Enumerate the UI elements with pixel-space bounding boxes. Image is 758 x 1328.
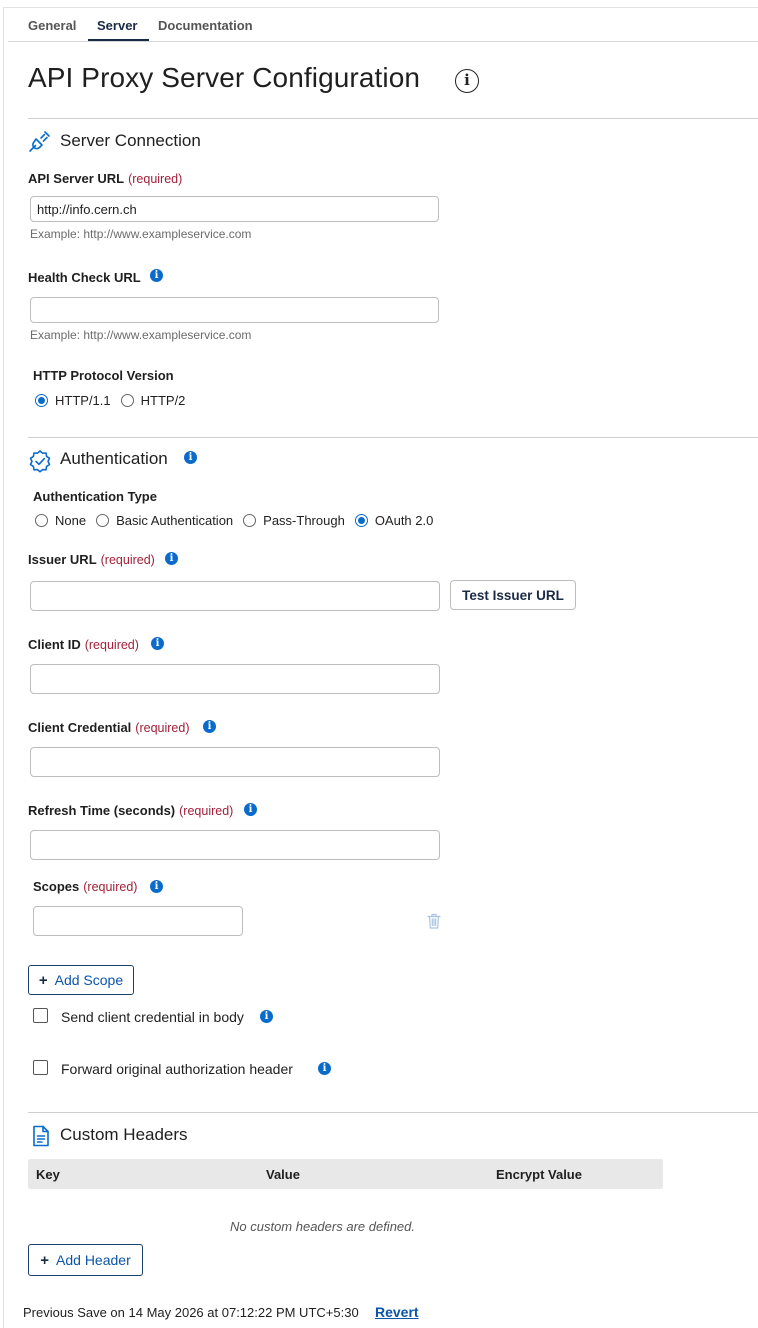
issuer-url-info-icon[interactable]: i bbox=[165, 552, 178, 565]
scopes-info-icon[interactable]: i bbox=[150, 880, 163, 893]
health-check-url-hint: Example: http://www.exampleservice.com bbox=[30, 328, 252, 342]
tab-bar: General Server Documentation bbox=[8, 8, 758, 42]
section-divider bbox=[28, 437, 758, 438]
radio-none-label: None bbox=[55, 513, 87, 528]
radio-oauth2[interactable] bbox=[354, 514, 368, 527]
client-credential-input[interactable] bbox=[30, 747, 440, 777]
column-value: Value bbox=[266, 1167, 300, 1182]
plug-icon bbox=[29, 131, 50, 152]
revert-link[interactable]: Revert bbox=[375, 1304, 419, 1320]
radio-none[interactable] bbox=[35, 514, 48, 527]
health-check-url-label: Health Check URL bbox=[28, 270, 141, 285]
radio-http2[interactable] bbox=[120, 394, 134, 407]
health-check-url-input[interactable] bbox=[30, 297, 439, 323]
radio-basic-auth-label: Basic Authentication bbox=[116, 513, 234, 528]
headers-table-header: Key Value Encrypt Value bbox=[28, 1159, 663, 1189]
plus-icon: + bbox=[40, 1251, 50, 1269]
add-header-button[interactable]: + Add Header bbox=[28, 1244, 143, 1276]
health-check-info-icon[interactable]: i bbox=[150, 269, 163, 282]
tab-documentation[interactable]: Documentation bbox=[158, 18, 253, 33]
section-title-custom-headers: Custom Headers bbox=[60, 1125, 188, 1144]
radio-pass-through[interactable] bbox=[243, 514, 257, 527]
section-divider bbox=[28, 1112, 758, 1113]
client-credential-info-icon[interactable]: i bbox=[203, 720, 216, 733]
send-credential-label: Send client credential in body bbox=[61, 1009, 244, 1025]
info-icon[interactable]: i bbox=[455, 69, 479, 93]
column-encrypt-value: Encrypt Value bbox=[496, 1167, 582, 1182]
client-id-input[interactable] bbox=[30, 664, 440, 694]
empty-table-message: No custom headers are defined. bbox=[230, 1219, 415, 1234]
tab-server[interactable]: Server bbox=[97, 18, 137, 33]
http-protocol-radio-group: HTTP/1.1 HTTP/2 bbox=[35, 393, 195, 408]
radio-oauth2-label: OAuth 2.0 bbox=[374, 513, 434, 528]
authentication-info-icon[interactable]: i bbox=[184, 451, 197, 464]
plus-icon: + bbox=[38, 971, 48, 989]
api-server-url-input[interactable] bbox=[30, 196, 439, 222]
document-icon bbox=[33, 1125, 49, 1147]
section-title-authentication: Authentication bbox=[60, 449, 168, 468]
send-credential-info-icon[interactable]: i bbox=[260, 1010, 273, 1023]
page-title: API Proxy Server Configuration bbox=[28, 62, 421, 93]
active-tab-indicator bbox=[88, 39, 149, 41]
issuer-url-input[interactable] bbox=[30, 581, 440, 611]
client-id-label: Client ID (required) bbox=[28, 637, 139, 652]
http-protocol-label: HTTP Protocol Version bbox=[33, 368, 174, 383]
client-id-info-icon[interactable]: i bbox=[151, 637, 164, 650]
client-credential-label: Client Credential (required) bbox=[28, 720, 190, 735]
issuer-url-label: Issuer URL (required) bbox=[28, 552, 155, 567]
api-server-url-hint: Example: http://www.exampleservice.com bbox=[30, 227, 252, 241]
column-key: Key bbox=[36, 1167, 60, 1182]
radio-basic-auth[interactable] bbox=[96, 514, 110, 527]
radio-http11-label: HTTP/1.1 bbox=[55, 393, 111, 408]
refresh-time-input[interactable] bbox=[30, 830, 440, 860]
badge-check-icon bbox=[29, 450, 51, 473]
refresh-time-info-icon[interactable]: i bbox=[244, 803, 257, 816]
forward-auth-header-info-icon[interactable]: i bbox=[318, 1062, 331, 1075]
tab-general[interactable]: General bbox=[28, 18, 76, 33]
trash-icon[interactable] bbox=[427, 913, 441, 929]
radio-http2-label: HTTP/2 bbox=[140, 393, 186, 408]
api-server-url-label: API Server URL (required) bbox=[28, 171, 183, 186]
auth-type-radio-group: None Basic Authentication Pass-Through O… bbox=[35, 513, 443, 528]
forward-auth-header-checkbox[interactable] bbox=[33, 1060, 48, 1075]
previous-save-text: Previous Save on 14 May 2026 at 07:12:22… bbox=[23, 1305, 359, 1320]
scope-input[interactable] bbox=[33, 906, 243, 936]
refresh-time-label: Refresh Time (seconds) (required) bbox=[28, 803, 234, 818]
forward-auth-header-label: Forward original authorization header bbox=[61, 1061, 293, 1077]
send-credential-checkbox[interactable] bbox=[33, 1008, 48, 1023]
radio-http11[interactable] bbox=[35, 394, 48, 407]
test-issuer-url-button[interactable]: Test Issuer URL bbox=[450, 580, 576, 610]
radio-pass-through-label: Pass-Through bbox=[263, 513, 345, 528]
section-title-server-connection: Server Connection bbox=[60, 131, 201, 150]
section-divider bbox=[28, 118, 758, 119]
auth-type-label: Authentication Type bbox=[33, 489, 157, 504]
add-scope-button[interactable]: + Add Scope bbox=[28, 965, 134, 995]
scopes-label: Scopes (required) bbox=[33, 879, 138, 894]
